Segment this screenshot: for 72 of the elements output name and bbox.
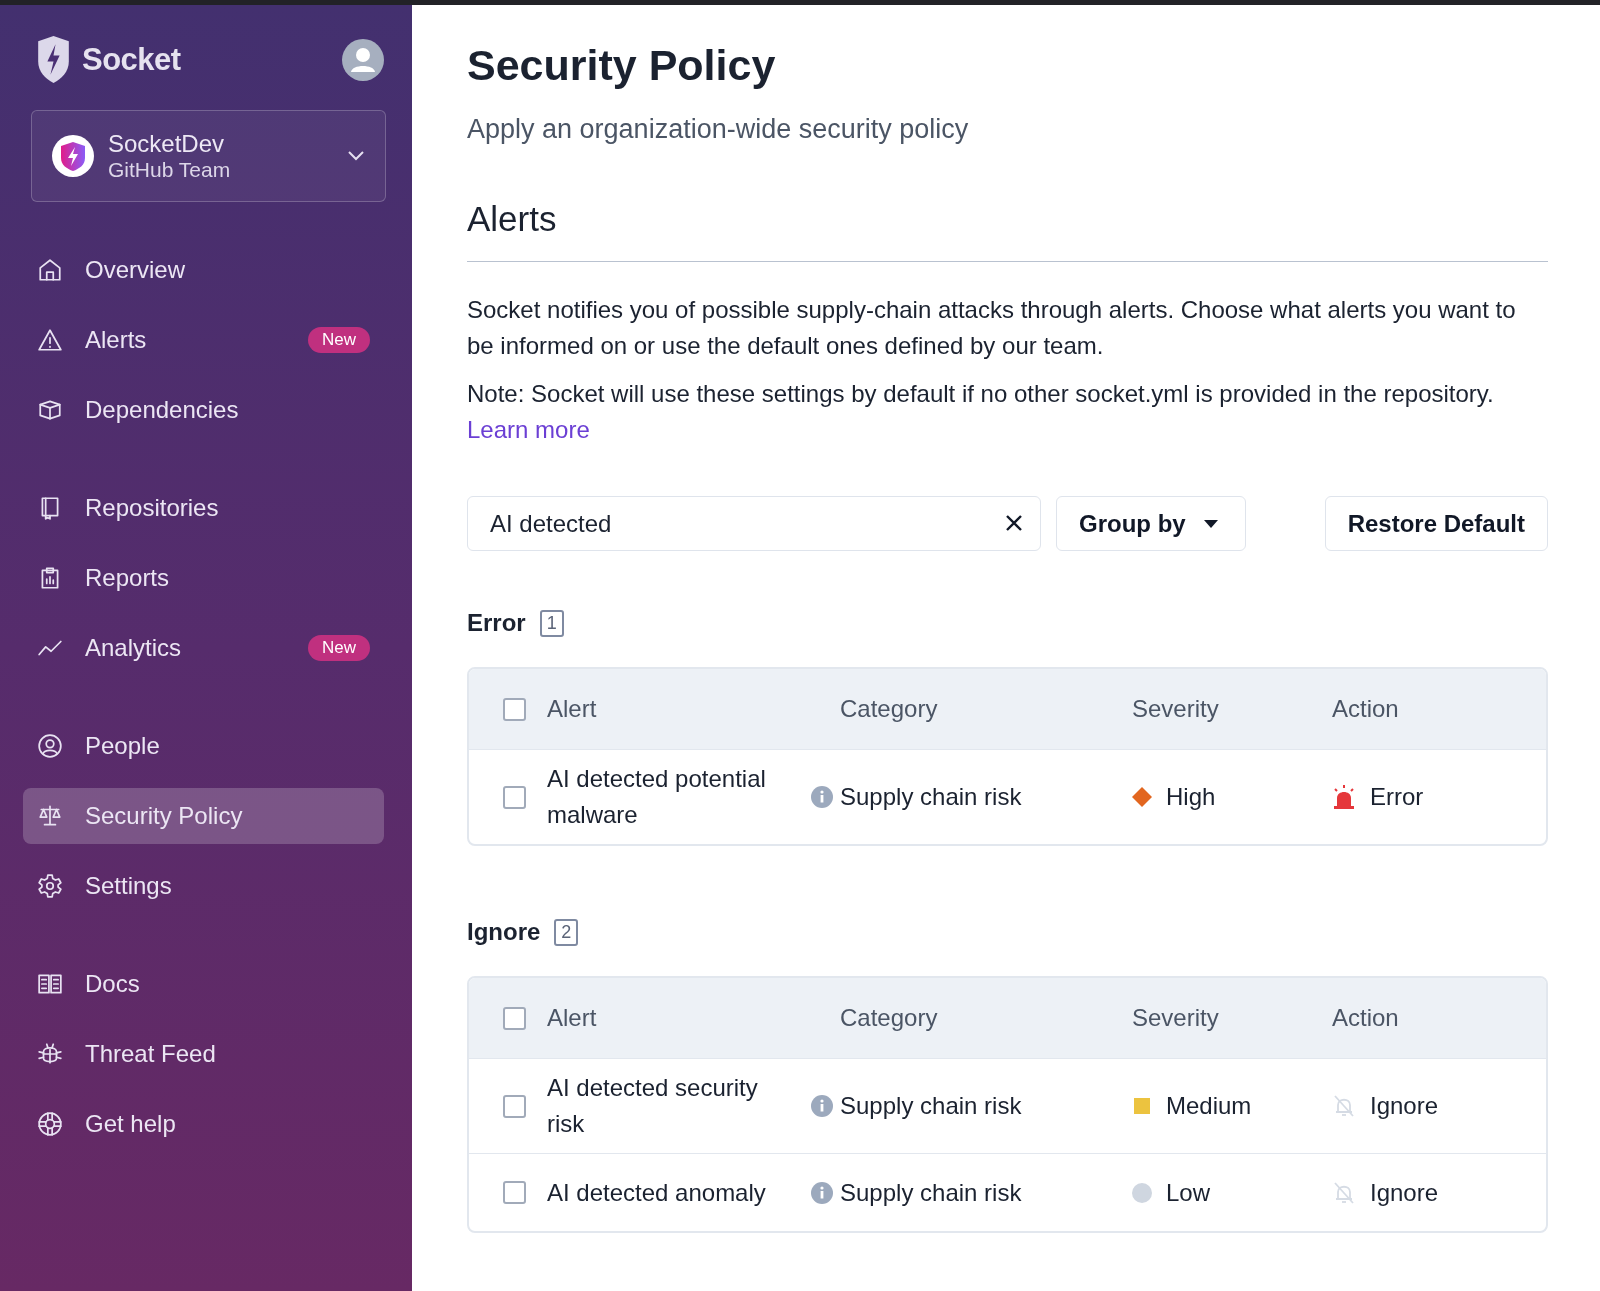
- intro-text: Socket notifies you of possible supply-chain attacks through alerts. Choose what alerts you want to be informed on or use the default ones defined by our team.: [467, 295, 1517, 361]
- column-header: Alert: [547, 695, 598, 723]
- column-header: Severity: [1132, 1004, 1220, 1032]
- count-badge: 1: [539, 609, 564, 637]
- avatar-icon[interactable]: [342, 38, 384, 81]
- sidebar-item[interactable]: Dependencies: [23, 382, 384, 438]
- sidebar-item[interactable]: Reports: [23, 550, 384, 606]
- muted-bell-icon: [1332, 1093, 1356, 1119]
- sidebar-item[interactable]: Security Policy: [23, 788, 384, 844]
- info-icon[interactable]: [811, 1095, 833, 1117]
- open-book-icon: [37, 971, 63, 997]
- page-title: Security Policy: [467, 41, 777, 90]
- home-icon: [37, 257, 63, 283]
- caret-down-icon: [1203, 519, 1218, 528]
- sidebar-item[interactable]: Threat Feed: [23, 1026, 384, 1082]
- column-header: Action: [1332, 1004, 1400, 1032]
- lifebuoy-icon: [37, 1111, 63, 1137]
- count-badge: 2: [554, 918, 579, 946]
- column-header: Category: [840, 695, 939, 723]
- severity-text: High: [1166, 782, 1216, 812]
- sidebar-item[interactable]: Repositories: [23, 480, 384, 536]
- action-text: Ignore: [1370, 1177, 1439, 1208]
- category-text: Supply chain risk: [840, 782, 1023, 812]
- shield-logo-icon: [52, 135, 94, 177]
- restore-default-button[interactable]: Restore Default: [1324, 496, 1548, 551]
- action-text: Ignore: [1370, 1091, 1439, 1121]
- category-text: Supply chain risk: [840, 1177, 1023, 1208]
- sidebar-item[interactable]: Docs: [23, 956, 384, 1012]
- severity-text: Low: [1166, 1177, 1211, 1208]
- action-text: Error: [1370, 782, 1424, 812]
- section-heading: Alerts: [467, 199, 558, 239]
- scale-icon: [37, 803, 63, 829]
- column-header: Alert: [547, 1004, 598, 1032]
- column-header: Severity: [1132, 695, 1220, 723]
- severity-text: Medium: [1166, 1091, 1252, 1121]
- siren-icon: [1332, 784, 1356, 810]
- settings-icon: [37, 873, 63, 899]
- person-icon: [37, 733, 63, 759]
- sidebar-item[interactable]: Overview: [23, 242, 384, 298]
- sidebar-item[interactable]: Get help: [23, 1096, 384, 1152]
- group-by-dropdown[interactable]: Group by: [1056, 496, 1246, 551]
- category-text: Supply chain risk: [840, 1091, 1023, 1121]
- select-all-checkbox[interactable]: [503, 1006, 526, 1030]
- note-text: Note: Socket will use these settings by default if no other socket.yml is provided in the repository. Learn more: [467, 379, 1495, 445]
- alert-name: AI detected potential malware: [547, 764, 767, 830]
- column-header: Category: [840, 1004, 939, 1032]
- alert-name: AI detected security risk: [547, 1073, 759, 1139]
- row-checkbox[interactable]: [503, 1181, 526, 1204]
- sidebar-item[interactable]: Settings: [23, 858, 384, 914]
- group-title: Error: [467, 609, 526, 637]
- learn-more-link[interactable]: Learn more: [467, 416, 590, 443]
- info-icon[interactable]: [811, 786, 833, 808]
- info-icon[interactable]: [811, 1181, 833, 1204]
- row-checkbox[interactable]: [503, 1094, 526, 1118]
- alert-name: AI detected anomaly: [547, 1177, 767, 1208]
- new-badge: New: [308, 635, 370, 661]
- sidebar-item[interactable]: People: [23, 718, 384, 774]
- group-title: Ignore: [467, 918, 541, 946]
- row-checkbox[interactable]: [503, 785, 526, 809]
- sidebar-item[interactable]: Analytics New: [23, 620, 384, 676]
- page-subtitle: Apply an organization-wide security policy: [467, 114, 970, 145]
- column-header: Action: [1332, 695, 1400, 723]
- sidebar-item[interactable]: Alerts New: [23, 312, 384, 368]
- shield-logo-icon: [35, 35, 72, 84]
- new-badge: New: [308, 327, 370, 353]
- chevron-down-icon: [347, 150, 365, 162]
- organization-selector[interactable]: SocketDev GitHub Team: [31, 110, 386, 202]
- brand-name: Socket: [82, 41, 181, 78]
- close-icon[interactable]: [1005, 514, 1023, 532]
- warning-icon: [37, 327, 63, 353]
- select-all-checkbox[interactable]: [503, 697, 526, 721]
- search-field[interactable]: AI detected: [467, 496, 1041, 551]
